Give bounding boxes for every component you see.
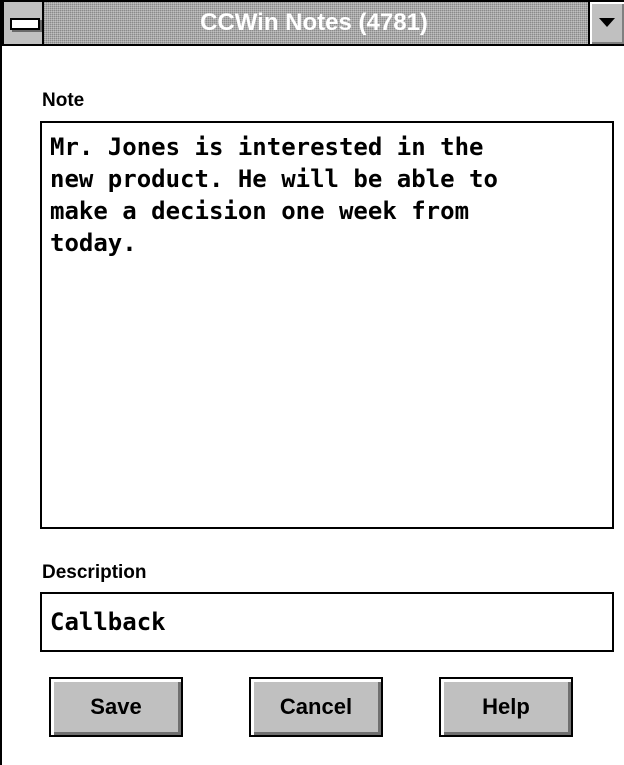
note-label: Note [42,90,85,111]
description-field[interactable]: Callback [40,592,614,652]
system-menu-button[interactable] [4,2,44,44]
cancel-button[interactable]: Cancel [249,677,383,737]
note-textarea[interactable]: Mr. Jones is interested in the new produ… [40,121,614,529]
notes-window: CCWin Notes (4781) Note Mr. Jones is int… [0,0,624,765]
help-button[interactable]: Help [439,677,573,737]
minimize-button[interactable] [588,2,624,44]
minimize-arrow-icon [599,18,615,27]
description-label: Description [42,562,147,583]
title-bar[interactable]: CCWin Notes (4781) [2,0,624,46]
save-button[interactable]: Save [49,677,183,737]
window-title: CCWin Notes (4781) [200,9,428,36]
system-menu-icon [10,18,40,30]
